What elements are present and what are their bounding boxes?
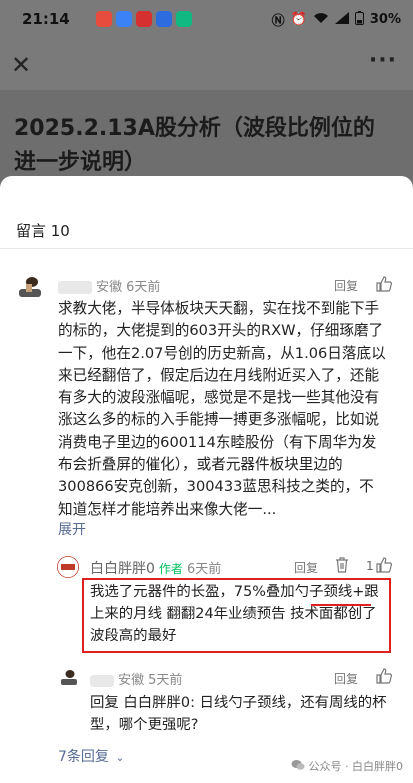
reply-button[interactable]: 回复 xyxy=(334,670,358,687)
author-name: 白白胖胖0 xyxy=(90,561,155,577)
comment-time: 6天前 xyxy=(126,280,161,295)
nfc-icon: Ⓝ xyxy=(271,14,285,29)
system-tray: Ⓝ ⏰ 30% xyxy=(272,10,401,29)
commenter-name-blurred xyxy=(58,281,92,294)
watermark: 公众号 · 白白胖胖0 xyxy=(291,758,404,774)
author-badge: 作者 xyxy=(158,562,183,576)
reply-time: 5天前 xyxy=(148,673,183,688)
notification-icons xyxy=(96,11,192,27)
reply-time: 6天前 xyxy=(186,562,222,577)
article-toolbar: ✕ ··· xyxy=(0,40,413,90)
app-notification-icon xyxy=(176,11,192,27)
avatar[interactable] xyxy=(57,667,79,689)
comments-count-header: 留言 10 xyxy=(16,222,70,240)
app-notification-icon xyxy=(96,11,112,27)
app-notification-icon xyxy=(116,11,132,27)
app-notification-icon xyxy=(156,11,172,27)
divider xyxy=(0,248,413,249)
more-options-icon[interactable]: ··· xyxy=(369,48,397,73)
comment-meta: 安徽 6天前 xyxy=(58,276,160,295)
signal-icon xyxy=(334,11,349,28)
battery-percent: 30% xyxy=(369,12,401,27)
like-count: 1 xyxy=(366,559,374,573)
view-more-replies[interactable]: 7条回复 ⌄ xyxy=(58,746,125,766)
article-title: 2025.2.13A股分析（波段比例位的进一步说明） xyxy=(14,116,375,175)
chevron-down-icon: ⌄ xyxy=(115,751,125,764)
reply-meta: 安徽 5天前 xyxy=(90,669,182,688)
author-avatar[interactable] xyxy=(57,556,79,578)
avatar[interactable] xyxy=(14,273,44,303)
commenter-location: 安徽 xyxy=(118,673,145,688)
commenter-name-blurred xyxy=(90,674,114,687)
status-time: 21:14 xyxy=(22,10,70,28)
wechat-icon xyxy=(291,759,305,774)
battery-icon xyxy=(354,10,364,29)
like-icon[interactable] xyxy=(375,667,393,685)
reply-button[interactable]: 回复 xyxy=(294,559,318,576)
more-replies-label: 7条回复 xyxy=(58,749,109,765)
underline-annotation xyxy=(311,604,371,606)
reply-text: 回复 白白胖胖0: 日线勺子颈线，还有周线的杯型，哪个更强呢? xyxy=(90,695,387,733)
status-bar: 21:14 Ⓝ ⏰ 30% xyxy=(0,0,413,40)
reply-button[interactable]: 回复 xyxy=(334,277,358,294)
comment-text: 求教大佬，半导体板块天天翻，实在找不到能下手的标的，大佬提到的603开头的RXW… xyxy=(58,300,386,518)
like-icon[interactable] xyxy=(375,556,393,574)
reply-meta: 白白胖胖0 作者 6天前 xyxy=(90,558,221,578)
close-icon[interactable]: ✕ xyxy=(6,50,36,80)
delete-icon[interactable] xyxy=(334,556,350,574)
expand-link[interactable]: 展开 xyxy=(58,519,86,539)
like-icon[interactable] xyxy=(375,275,393,293)
app-notification-icon xyxy=(136,11,152,27)
commenter-location: 安徽 xyxy=(96,280,123,295)
highlight-annotation xyxy=(82,578,391,653)
watermark-text: 公众号 · 白白胖胖0 xyxy=(308,760,404,773)
alarm-icon: ⏰ xyxy=(290,12,307,27)
wifi-icon xyxy=(313,12,329,28)
